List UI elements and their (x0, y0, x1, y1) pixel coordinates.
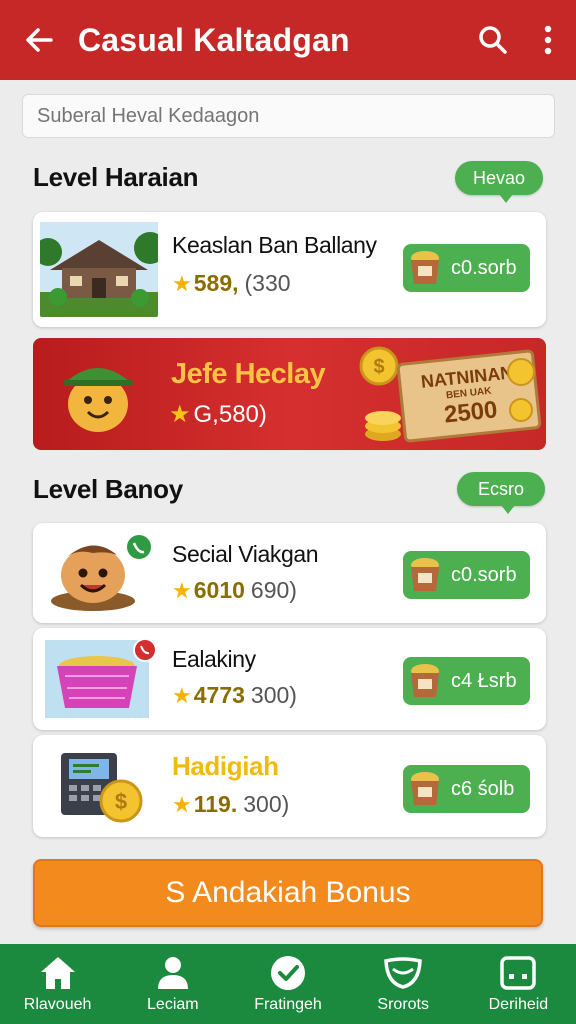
mascot-icon (51, 535, 153, 611)
claim-button-label: c0.sorb (451, 563, 517, 586)
item-rating: ★ 6010 690) (172, 577, 297, 604)
nav-label: Srorots (377, 996, 429, 1013)
search-icon (479, 26, 507, 54)
nav-label: Rlavoueh (23, 996, 92, 1013)
coin-icon (507, 358, 535, 422)
promo-rating: ★ G,580) (169, 400, 267, 429)
item-name: Secial Viakgan (172, 541, 319, 567)
section-2-pill[interactable]: Ecsro (457, 472, 545, 514)
item-rating: ★ 589, (330 (172, 270, 291, 297)
more-vertical-icon (544, 25, 552, 55)
svg-text:$: $ (373, 356, 384, 378)
nav-label: Fratingeh (254, 996, 322, 1013)
list-item-3[interactable]: Ealakiny ★ 4773 300) c4 Łsrb (33, 628, 546, 730)
star-icon: ★ (169, 401, 191, 428)
claim-button[interactable]: c0.sorb (403, 244, 530, 292)
nav-item-tasks[interactable]: Fratingeh (230, 944, 345, 1024)
claim-button-label: c4 Łsrb (451, 669, 517, 692)
star-icon: ★ (172, 270, 192, 296)
page-title: Casual Kaltadgan (78, 21, 350, 58)
promo-rating-value: G,580) (193, 400, 267, 428)
item-name: Keaslan Ban Ballany (172, 232, 377, 258)
nav-item-home[interactable]: Rlavoueh (0, 944, 115, 1024)
star-icon: ★ (172, 682, 192, 708)
more-menu-button[interactable] (520, 0, 576, 80)
home-icon (38, 954, 78, 992)
promo-title: Jefe Heclay (171, 358, 326, 390)
bucket-icon (411, 772, 439, 805)
rating-count: 300) (243, 791, 290, 817)
rating-value: 589, (193, 270, 239, 296)
bottom-nav: Rlavoueh Leciam Fratingeh Srorots Derihe… (0, 944, 576, 1024)
section-1-pill[interactable]: Hevao (455, 161, 543, 203)
bonus-button[interactable]: S Andakiah Bonus (33, 859, 543, 927)
search-button[interactable] (466, 0, 520, 80)
list-item-4[interactable]: $ Hadigiah ★ 119. 300) c6 śolb (33, 735, 546, 837)
rating-count: 690) (250, 577, 297, 603)
check-circle-icon (268, 954, 308, 992)
section-title-2: Level Banoy (33, 474, 183, 504)
rating-value: 4773 (193, 682, 245, 708)
svg-text:$: $ (115, 789, 127, 814)
item-name: Hadigiah (172, 751, 279, 781)
list-item-2[interactable]: Secial Viakgan ★ 6010 690) c0.sorb (33, 523, 546, 623)
claim-button[interactable]: c6 śolb (403, 765, 530, 813)
back-button[interactable] (0, 0, 78, 80)
person-icon (153, 954, 193, 992)
cash-register-icon: $ (61, 753, 143, 823)
mask-icon (383, 954, 423, 992)
nav-label: Deriheid (488, 996, 549, 1013)
rating-count: (330 (244, 270, 291, 296)
bucket-icon (411, 558, 439, 591)
section-title-1: Level Haraian (33, 162, 199, 192)
claim-button-label: c6 śolb (451, 777, 515, 800)
nav-label: Leciam (147, 996, 199, 1013)
app-bar: Casual Kaltadgan (0, 0, 576, 80)
nav-item-profile[interactable]: Leciam (115, 944, 230, 1024)
basket-icon (45, 638, 157, 718)
nav-item-sports[interactable]: Srorots (346, 944, 461, 1024)
item-rating: ★ 119. 300) (172, 791, 289, 818)
claim-button[interactable]: c4 Łsrb (403, 657, 530, 705)
bucket-icon (411, 251, 439, 284)
rating-value: 6010 (193, 577, 245, 603)
rating-count: 300) (250, 682, 297, 708)
promo-banner[interactable]: Jefe Heclay ★ G,580) $ NATNINAN BEN UAK … (33, 338, 546, 450)
item-rating: ★ 4773 300) (172, 682, 297, 709)
nav-item-device[interactable]: Deriheid (461, 944, 576, 1024)
mascot-icon (63, 368, 133, 432)
search-input[interactable] (22, 94, 555, 138)
back-arrow-icon (26, 28, 53, 52)
bucket-icon (411, 664, 439, 697)
star-icon: ★ (172, 791, 192, 817)
claim-button-label: c0.sorb (451, 256, 517, 279)
star-icon: ★ (172, 577, 192, 603)
rating-value: 119. (193, 791, 238, 817)
house-image (40, 222, 158, 317)
device-icon (498, 954, 538, 992)
claim-button[interactable]: c0.sorb (403, 551, 530, 599)
list-item-1[interactable]: Keaslan Ban Ballany ★ 589, (330 c0.sorb (33, 212, 546, 327)
item-name: Ealakiny (172, 646, 256, 672)
